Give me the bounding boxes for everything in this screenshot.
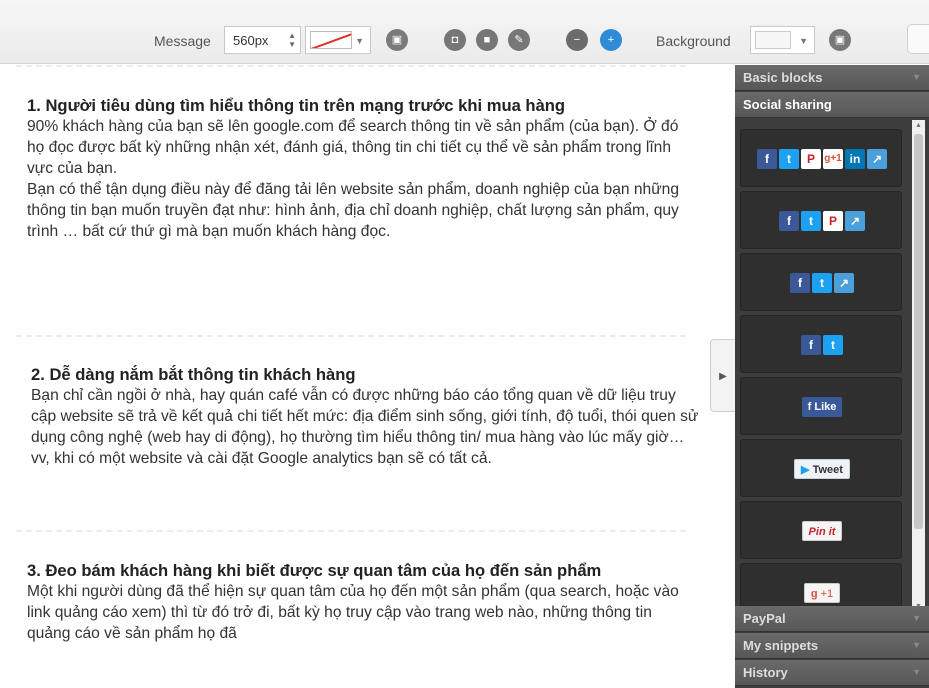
toolbar-extra-button[interactable] [907,24,929,54]
header-history-label: History [743,665,788,680]
like-label: Like [814,401,837,413]
chevron-down-icon: ▼ [355,36,364,46]
facebook-icon: f [757,149,777,169]
snippet-social-full[interactable]: f t Pg+1 in ↗ [740,129,902,187]
share-icon: ↗ [867,149,887,169]
editor-toolbar: Message 560px ▲ ▼ ▼ ▣ ◘ ■ ✎ − + Backgroun… [0,0,929,64]
content-block-1[interactable]: 1. Người tiêu dùng tìm hiểu thông tin tr… [27,96,697,242]
facebook-like-button: f Like [801,397,843,417]
fit-icon[interactable]: ◘ [444,29,466,51]
header-paypal[interactable]: PayPal ▼ [735,606,929,632]
content-block-2[interactable]: 2. Dễ dàng nắm bắt thông tin khách hàng … [31,365,701,469]
twitter-icon: t [801,211,821,231]
message-canvas[interactable]: 1. Người tiêu dùng tìm hiểu thông tin tr… [0,65,712,688]
snippet-sidebar: Basic blocks ▼ Social sharing f t Pg+1 in ↗ … [735,65,929,688]
chevron-down-icon: ▼ [799,36,808,46]
image-icon[interactable]: ▣ [386,29,408,51]
google-plus-icon: g [810,588,818,600]
twitter-icon: t [779,149,799,169]
scroll-up-icon[interactable]: ▲ [912,122,925,129]
snippet-social-three[interactable]: f t ↗ [740,253,902,311]
section-title-1: 1. Người tiêu dùng tìm hiểu thông tin tr… [27,96,566,115]
snippet-facebook-like[interactable]: f Like [740,377,902,435]
facebook-icon: f [801,335,821,355]
facebook-icon: f [807,401,812,413]
paragraph-1b: Bạn có thể tận dụng điều này để đăng tải… [27,181,680,240]
wand-icon[interactable]: ✎ [508,29,530,51]
snippet-google-plus[interactable]: g +1 [740,563,902,611]
twitter-bird-icon: ▶ [801,464,810,476]
share-icon: ↗ [834,273,854,293]
snippet-social-two[interactable]: ft [740,315,902,373]
header-social-sharing[interactable]: Social sharing [735,92,929,118]
scroll-thumb[interactable] [914,134,923,529]
twitter-icon: t [812,273,832,293]
paragraph-1a: 90% khách hàng của bạn sẽ lên google.com… [27,118,679,177]
facebook-icon: f [779,211,799,231]
header-basic-blocks[interactable]: Basic blocks ▼ [735,65,929,91]
tweet-label: Tweet [812,464,843,476]
background-swatch [755,31,791,49]
header-social-sharing-label: Social sharing [743,97,832,112]
message-width-value: 560px [233,33,269,48]
bg-image-icon[interactable]: ▣ [829,29,851,51]
background-color-select[interactable]: ▼ [750,26,815,54]
chevron-down-icon: ▼ [912,72,921,82]
block-divider [16,65,686,67]
block-divider [16,335,686,337]
message-label: Message [154,33,211,49]
chevron-down-icon: ▼ [912,613,921,623]
header-my-snippets-label: My snippets [743,638,819,653]
plus-one-label: +1 [820,588,834,600]
snippet-tweet[interactable]: ▶ Tweet [740,439,902,497]
no-color-swatch [310,31,352,49]
social-snippets-list: f t Pg+1 in ↗ f t P ↗ f t ↗ ft f Like ▶ Tweet [740,129,907,611]
snippet-social-four[interactable]: f t P ↗ [740,191,902,249]
background-label: Background [656,33,731,49]
add-icon[interactable]: + [600,29,622,51]
content-block-3[interactable]: 3. Đeo bám khách hàng khi biết được sự q… [27,561,697,644]
spinner-icon[interactable]: ▲ ▼ [288,31,296,49]
paragraph-3a: Một khi người dùng đã thể hiện sự quan t… [27,583,679,642]
google-plus-icon: g+1 [823,149,843,169]
chevron-down-icon: ▼ [912,640,921,650]
share-icon: ↗ [845,211,865,231]
fill-icon[interactable]: ■ [476,29,498,51]
remove-icon[interactable]: − [566,29,588,51]
header-paypal-label: PayPal [743,611,786,626]
pinterest-icon: P [801,149,821,169]
sidebar-toggle-tab[interactable]: ▶ [710,339,736,412]
paragraph-2a: Bạn chỉ cần ngồi ở nhà, hay quán café vẫ… [31,387,699,467]
google-plus-one-button: g +1 [803,583,841,603]
message-width-input[interactable]: 560px ▲ ▼ [224,26,301,54]
header-history[interactable]: History ▼ [735,660,929,686]
snippet-pinit[interactable]: Pin it [740,501,902,559]
pinit-button: Pin it [801,521,843,541]
twitter-icon: t [823,335,843,355]
header-basic-blocks-label: Basic blocks [743,70,823,85]
facebook-icon: f [790,273,810,293]
block-divider [16,530,686,532]
section-title-2: 2. Dễ dàng nắm bắt thông tin khách hàng [31,365,356,384]
linkedin-icon: in [845,149,865,169]
tweet-button: ▶ Tweet [794,459,850,479]
pinterest-icon: P [823,211,843,231]
sidebar-scrollbar[interactable]: ▲ ▼ [912,120,925,612]
border-color-select[interactable]: ▼ [305,26,371,54]
section-title-3: 3. Đeo bám khách hàng khi biết được sự q… [27,561,602,580]
chevron-down-icon: ▼ [912,667,921,677]
header-my-snippets[interactable]: My snippets ▼ [735,633,929,659]
